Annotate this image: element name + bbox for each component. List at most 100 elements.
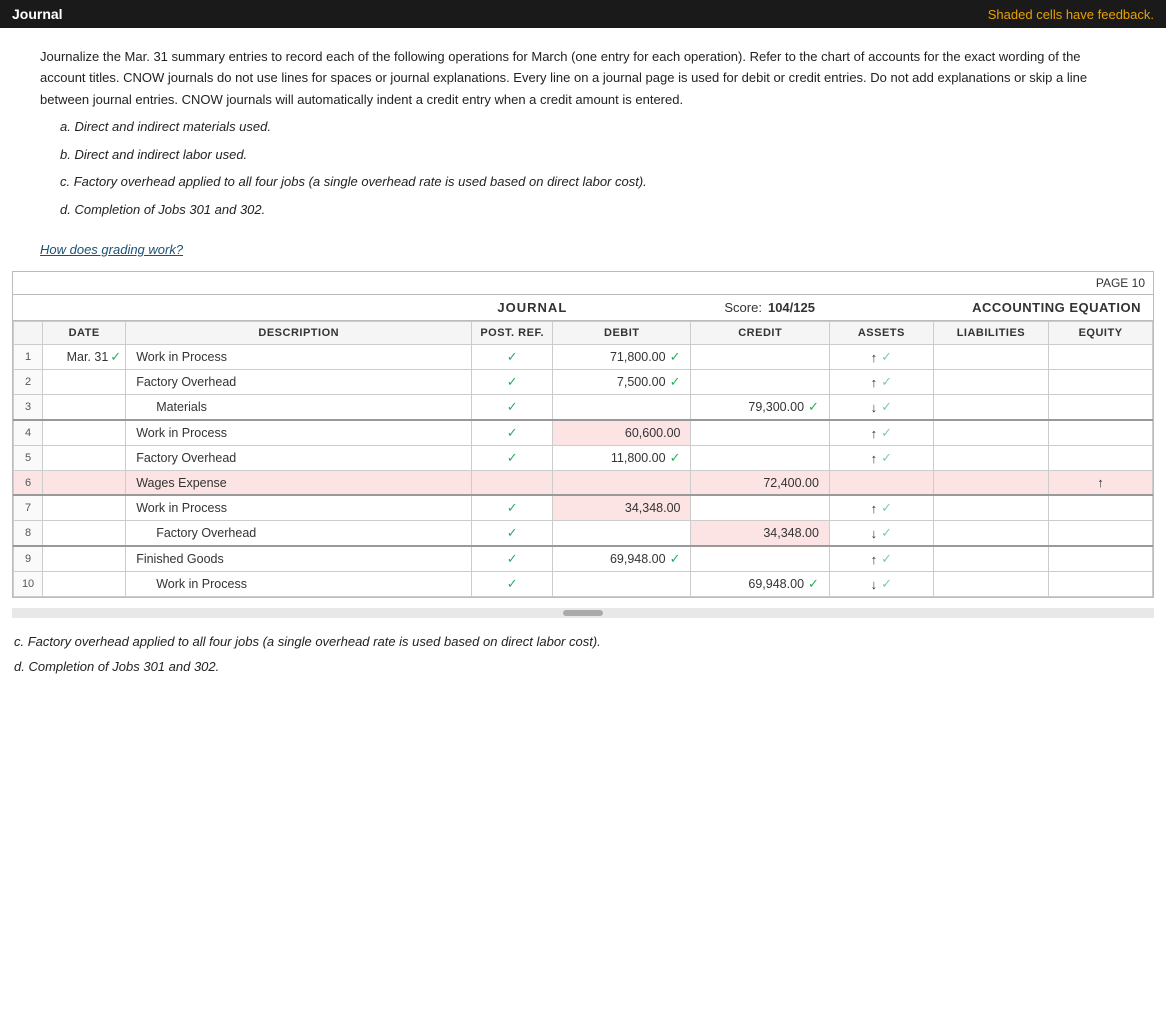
date-cell[interactable] [43, 521, 126, 547]
date-cell[interactable] [43, 546, 126, 572]
debit-check-icon: ✓ [670, 551, 681, 567]
credit-cell[interactable] [691, 345, 829, 370]
description-cell[interactable]: Work in Process [126, 420, 472, 446]
description-cell[interactable]: Work in Process [126, 495, 472, 521]
footer-item-c: c. Factory overhead applied to all four … [14, 632, 1126, 653]
description-cell[interactable]: Materials [126, 395, 472, 421]
assets-cell[interactable]: ↓✓ [829, 572, 933, 597]
liabilities-cell[interactable] [933, 471, 1048, 496]
equity-cell[interactable] [1049, 395, 1153, 421]
credit-cell[interactable] [691, 446, 829, 471]
liabilities-cell[interactable] [933, 395, 1048, 421]
description-cell[interactable]: Factory Overhead [126, 521, 472, 547]
debit-cell[interactable]: 11,800.00✓ [553, 446, 691, 471]
assets-cell[interactable]: ↑✓ [829, 420, 933, 446]
debit-cell[interactable] [553, 471, 691, 496]
equity-cell[interactable] [1049, 546, 1153, 572]
assets-cell[interactable]: ↑✓ [829, 495, 933, 521]
equity-cell[interactable] [1049, 521, 1153, 547]
liabilities-cell[interactable] [933, 345, 1048, 370]
date-cell[interactable] [43, 370, 126, 395]
date-cell[interactable]: Mar. 31✓ [43, 345, 126, 370]
post-ref-cell[interactable]: ✓ [472, 395, 553, 421]
assets-arrow: ↓ [871, 400, 878, 415]
debit-cell[interactable]: 34,348.00 [553, 495, 691, 521]
credit-cell[interactable]: 72,400.00 [691, 471, 829, 496]
date-cell[interactable] [43, 395, 126, 421]
post-ref-cell[interactable]: ✓ [472, 521, 553, 547]
post-ref-cell[interactable]: ✓ [472, 546, 553, 572]
date-cell[interactable] [43, 572, 126, 597]
grading-link[interactable]: How does grading work? [40, 242, 183, 257]
post-check-icon: ✓ [507, 450, 518, 465]
date-cell[interactable] [43, 420, 126, 446]
instruction-b: b. Direct and indirect labor used. [60, 144, 1126, 165]
debit-check-icon: ✓ [670, 349, 681, 365]
credit-cell[interactable]: 34,348.00 [691, 521, 829, 547]
accounting-eq-label: ACCOUNTING EQUATION [972, 300, 1141, 315]
assets-cell[interactable]: ↑✓ [829, 446, 933, 471]
equity-cell[interactable] [1049, 446, 1153, 471]
post-check-icon: ✓ [507, 399, 518, 414]
credit-cell[interactable]: 69,948.00✓ [691, 572, 829, 597]
assets-cell[interactable]: ↓✓ [829, 395, 933, 421]
row-number: 6 [14, 471, 43, 496]
col-liabilities: LIABILITIES [933, 322, 1048, 345]
liabilities-cell[interactable] [933, 446, 1048, 471]
credit-cell[interactable] [691, 495, 829, 521]
equity-cell[interactable] [1049, 495, 1153, 521]
assets-cell[interactable] [829, 471, 933, 496]
debit-cell[interactable] [553, 395, 691, 421]
credit-cell[interactable] [691, 420, 829, 446]
description-cell[interactable]: Work in Process [126, 572, 472, 597]
grading-link-section: How does grading work? [0, 232, 1166, 265]
description-cell[interactable]: Finished Goods [126, 546, 472, 572]
equity-cell[interactable] [1049, 345, 1153, 370]
date-cell[interactable] [43, 495, 126, 521]
description-cell[interactable]: Wages Expense [126, 471, 472, 496]
date-cell[interactable] [43, 471, 126, 496]
table-row: 3Materials✓79,300.00✓↓✓ [14, 395, 1153, 421]
debit-cell[interactable]: 7,500.00✓ [553, 370, 691, 395]
col-date: DATE [43, 322, 126, 345]
debit-cell[interactable] [553, 521, 691, 547]
credit-cell[interactable]: 79,300.00✓ [691, 395, 829, 421]
assets-cell[interactable]: ↑✓ [829, 370, 933, 395]
debit-cell[interactable] [553, 572, 691, 597]
assets-cell[interactable]: ↑✓ [829, 345, 933, 370]
equity-cell[interactable] [1049, 572, 1153, 597]
post-ref-cell[interactable] [472, 471, 553, 496]
row-number: 7 [14, 495, 43, 521]
assets-cell[interactable]: ↑✓ [829, 546, 933, 572]
post-ref-cell[interactable]: ✓ [472, 495, 553, 521]
date-check-icon: ✓ [110, 349, 121, 365]
liabilities-cell[interactable] [933, 521, 1048, 547]
liabilities-cell[interactable] [933, 495, 1048, 521]
debit-cell[interactable]: 71,800.00✓ [553, 345, 691, 370]
equity-cell[interactable] [1049, 370, 1153, 395]
debit-cell[interactable]: 60,600.00 [553, 420, 691, 446]
post-ref-cell[interactable]: ✓ [472, 572, 553, 597]
credit-cell[interactable] [691, 370, 829, 395]
liabilities-cell[interactable] [933, 420, 1048, 446]
equity-cell[interactable]: ↑ [1049, 471, 1153, 496]
page-number: PAGE 10 [1096, 276, 1145, 290]
equity-cell[interactable] [1049, 420, 1153, 446]
credit-cell[interactable] [691, 546, 829, 572]
date-cell[interactable] [43, 446, 126, 471]
post-ref-cell[interactable]: ✓ [472, 345, 553, 370]
description-cell[interactable]: Factory Overhead [126, 446, 472, 471]
liabilities-cell[interactable] [933, 370, 1048, 395]
debit-cell[interactable]: 69,948.00✓ [553, 546, 691, 572]
post-check-icon: ✓ [507, 374, 518, 389]
assets-check-icon: ✓ [881, 551, 892, 567]
liabilities-cell[interactable] [933, 572, 1048, 597]
assets-cell[interactable]: ↓✓ [829, 521, 933, 547]
liabilities-cell[interactable] [933, 546, 1048, 572]
post-ref-cell[interactable]: ✓ [472, 370, 553, 395]
scroll-area[interactable] [12, 608, 1154, 618]
description-cell[interactable]: Factory Overhead [126, 370, 472, 395]
post-ref-cell[interactable]: ✓ [472, 446, 553, 471]
description-cell[interactable]: Work in Process [126, 345, 472, 370]
post-ref-cell[interactable]: ✓ [472, 420, 553, 446]
